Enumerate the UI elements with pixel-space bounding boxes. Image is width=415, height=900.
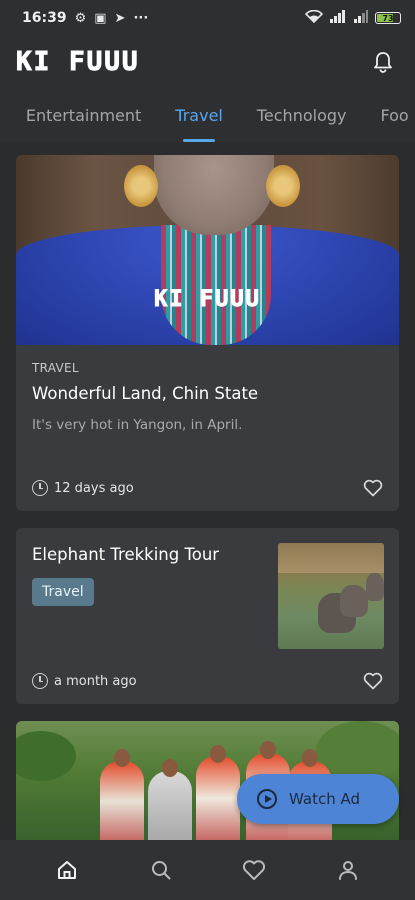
compact-article-card[interactable]: Elephant Trekking Tour Travel a month ag… bbox=[16, 528, 399, 704]
profile-icon[interactable] bbox=[324, 846, 372, 894]
telegram-icon: ➤ bbox=[114, 10, 126, 26]
photo-person-shape bbox=[100, 761, 144, 840]
app-header: KI FUUU bbox=[0, 36, 415, 88]
photo-head-shape bbox=[302, 749, 318, 767]
signal-icon-2 bbox=[353, 10, 369, 26]
wifi-icon bbox=[304, 9, 324, 26]
signal-icon bbox=[329, 10, 347, 26]
heart-icon[interactable] bbox=[230, 846, 278, 894]
clock-icon bbox=[32, 480, 48, 496]
article-category: TRAVEL bbox=[32, 361, 79, 375]
photo-head-shape bbox=[210, 745, 226, 763]
app-logo: KI FUUU bbox=[16, 47, 140, 78]
play-circle-icon bbox=[257, 789, 277, 809]
thumbnail-rock-shape bbox=[278, 543, 384, 573]
photo-head-shape bbox=[114, 749, 130, 767]
category-tag[interactable]: Travel bbox=[32, 578, 94, 606]
hero-beads-shape bbox=[161, 225, 271, 345]
gear-icon: ⚙ bbox=[74, 10, 87, 26]
article-title[interactable]: Wonderful Land, Chin State bbox=[32, 384, 383, 403]
search-icon[interactable] bbox=[137, 846, 185, 894]
photo-foliage-shape bbox=[16, 731, 76, 781]
article-thumbnail bbox=[278, 543, 384, 649]
hero-face-shape bbox=[154, 155, 274, 235]
article-description: It's very hot in Yangon, in April. bbox=[32, 417, 243, 433]
category-tabs: e Entertainment Travel Technology Foo bbox=[0, 88, 415, 142]
photo-person-shape bbox=[148, 771, 192, 840]
clock-icon bbox=[32, 673, 48, 689]
tab-entertainment[interactable]: Entertainment bbox=[26, 88, 141, 142]
photo-person-shape bbox=[196, 756, 240, 840]
tab-technology[interactable]: Technology bbox=[257, 88, 347, 142]
battery-icon: 73 bbox=[375, 12, 401, 24]
thumbnail-elephant-shape bbox=[366, 573, 384, 601]
article-time: 12 days ago bbox=[54, 480, 134, 496]
heart-icon[interactable] bbox=[363, 672, 383, 690]
article-feed[interactable]: KI FUUU TRAVEL Wonderful Land, Chin Stat… bbox=[0, 142, 415, 840]
bottom-navigation bbox=[0, 840, 415, 900]
featured-article-image: KI FUUU bbox=[16, 155, 399, 345]
watch-ad-button[interactable]: Watch Ad bbox=[237, 774, 399, 824]
article-title[interactable]: Elephant Trekking Tour bbox=[32, 545, 219, 564]
heart-icon[interactable] bbox=[363, 479, 383, 497]
thumbnail-elephant-shape bbox=[340, 585, 368, 617]
message-icon: ▣ bbox=[94, 10, 107, 26]
article-time: a month ago bbox=[54, 673, 137, 689]
photo-head-shape bbox=[260, 741, 276, 759]
bell-icon[interactable] bbox=[371, 50, 395, 74]
tab-travel[interactable]: Travel bbox=[175, 88, 223, 142]
featured-article-card[interactable]: KI FUUU TRAVEL Wonderful Land, Chin Stat… bbox=[16, 155, 399, 511]
tab-food[interactable]: Foo bbox=[380, 88, 408, 142]
status-time: 16:39 bbox=[22, 10, 67, 26]
battery-level: 73 bbox=[382, 13, 394, 23]
status-bar: 16:39 ⚙ ▣ ➤ ··· 73 bbox=[0, 0, 415, 36]
home-icon[interactable] bbox=[43, 846, 91, 894]
hero-earring-left bbox=[124, 165, 158, 207]
hero-earring-right bbox=[266, 165, 300, 207]
more-dots-icon: ··· bbox=[133, 10, 149, 26]
watch-ad-label: Watch Ad bbox=[289, 790, 360, 808]
photo-head-shape bbox=[162, 759, 178, 777]
image-watermark-logo: KI FUUU bbox=[154, 287, 261, 313]
